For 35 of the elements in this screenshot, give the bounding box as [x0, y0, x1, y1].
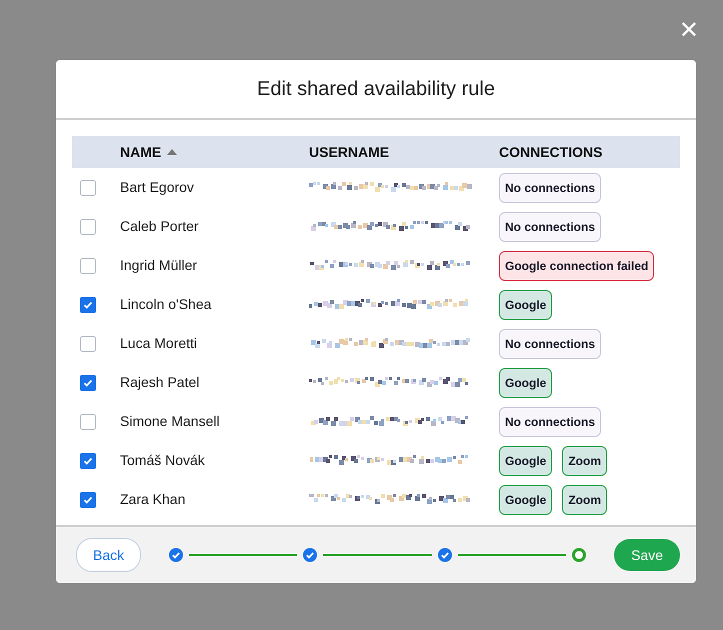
connection-tag: No connections	[499, 406, 602, 436]
user-name: Rajesh Patel	[120, 374, 200, 390]
checkbox[interactable]	[80, 296, 96, 312]
back-button[interactable]: Back	[76, 538, 142, 572]
user-name: Caleb Porter	[120, 218, 199, 234]
checkbox[interactable]	[80, 414, 96, 430]
checkbox[interactable]	[80, 492, 96, 508]
checkbox[interactable]	[80, 180, 96, 196]
checkbox[interactable]	[80, 336, 96, 352]
dialog-title: Edit shared availability rule	[56, 60, 696, 120]
sort-up-icon[interactable]	[167, 149, 178, 155]
connection-tag: Google	[499, 484, 552, 514]
user-name: Zara Khan	[120, 490, 186, 506]
user-name: Simone Mansell	[120, 412, 220, 428]
user-name: Luca Moretti	[120, 334, 198, 350]
checkbox[interactable]	[80, 452, 96, 468]
connection-tag: Google connection failed	[499, 250, 654, 280]
column-header[interactable]: CONNECTIONS	[499, 144, 602, 160]
user-name: Lincoln o'Shea	[120, 296, 212, 312]
connection-tag: No connections	[499, 172, 602, 202]
user-name: Bart Egorov	[120, 178, 194, 194]
connection-tag: Google	[499, 290, 552, 320]
checkbox[interactable]	[80, 258, 96, 274]
connection-tag: No connections	[499, 212, 602, 242]
user-name: Tomáš Novák	[120, 452, 205, 468]
column-header[interactable]: NAME	[120, 144, 162, 160]
user-name: Ingrid Müller	[120, 256, 198, 272]
connection-tag: Google	[499, 368, 552, 398]
checkbox[interactable]	[80, 374, 96, 390]
checkbox[interactable]	[80, 218, 96, 234]
connection-tag: Zoom	[562, 484, 608, 514]
column-header[interactable]: USERNAME	[309, 144, 390, 160]
connection-tag: Zoom	[562, 446, 608, 476]
connection-tag: No connections	[499, 328, 602, 358]
connection-tag: Google	[499, 446, 552, 476]
